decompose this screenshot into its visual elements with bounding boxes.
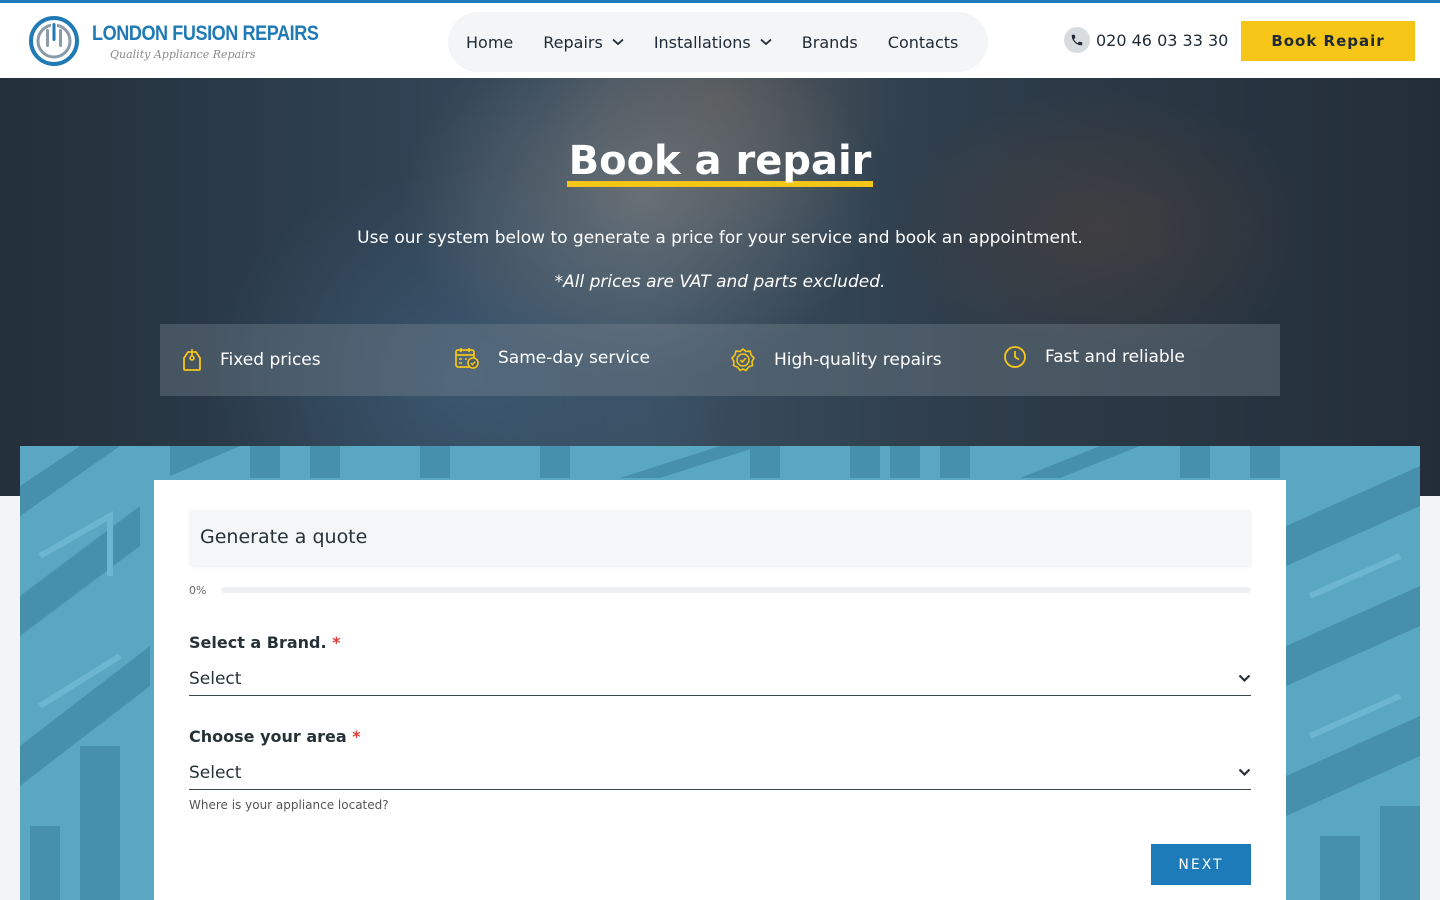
nav-home-label: Home [466,32,514,52]
price-tag-icon [183,349,201,371]
required-mark: * [352,727,361,746]
brand-select[interactable]: Select [189,662,1251,696]
chevron-down-icon [612,38,624,46]
area-label-text: Choose your area [189,727,347,746]
area-help-text: Where is your appliance located? [189,798,389,812]
nav-installations-label: Installations [653,32,751,52]
nav-contacts[interactable]: Contacts [888,33,959,52]
page-title-text: Book a repair [566,141,874,187]
nav-brands-label: Brands [801,32,858,52]
area-field-label: Choose your area * [189,727,361,746]
logo-tagline: Quality Appliance Repairs [110,47,256,61]
progress-bar [221,587,1251,593]
vat-note: *All prices are VAT and parts excluded. [554,272,886,292]
clock-icon [1004,346,1026,368]
feature-fixed-prices: Fixed prices [182,324,321,396]
site-header: LONDON FUSION REPAIRS Quality Appliance … [0,3,1440,78]
feature-label: Fixed prices [220,350,321,370]
next-button[interactable]: NEXT [1151,844,1251,885]
feature-fast-reliable: Fast and reliable [1003,321,1185,393]
calendar-check-icon [455,348,479,369]
logo-power-icon [29,16,79,66]
nav-home[interactable]: Home [466,33,513,52]
phone-icon [1064,27,1090,53]
nav-contacts-label: Contacts [887,32,959,52]
logo-name: LONDON FUSION REPAIRS [92,21,319,45]
book-repair-button[interactable]: Book Repair [1241,21,1415,61]
nav-repairs[interactable]: Repairs [543,33,624,52]
quote-heading: Generate a quote [200,526,368,548]
chevron-down-icon [1238,768,1251,777]
feature-label: Fast and reliable [1045,347,1185,367]
hero-subtitle: Use our system below to generate a price… [357,228,1083,248]
nav-brands[interactable]: Brands [802,33,858,52]
chevron-down-icon [760,38,772,46]
required-mark: * [332,633,341,652]
quote-header: Generate a quote [190,510,1251,566]
feature-high-quality: High-quality repairs [730,324,942,396]
quote-form-card: Generate a quote 0% Select a Brand. * Se… [154,480,1286,900]
area-select[interactable]: Select [189,756,1251,790]
main-nav: Home Repairs Installations Brands Contac… [448,12,988,72]
nav-installations[interactable]: Installations [654,33,772,52]
progress-percent: 0% [189,584,207,597]
hero-section: Book a repair Use our system below to ge… [0,78,1440,496]
feature-same-day: Same-day service [454,322,650,394]
page-title: Book a repair [0,138,1440,187]
phone-link[interactable]: 020 46 03 33 30 [1064,27,1228,53]
brand-select-value: Select [189,668,242,689]
brand-field-label: Select a Brand. * [189,633,341,652]
feature-label: Same-day service [498,348,650,368]
features-bar: Fixed prices Same-day service High-quali… [160,324,1280,396]
area-select-value: Select [189,762,242,783]
nav-repairs-label: Repairs [543,32,603,52]
badge-check-icon [731,347,755,372]
brand-label-text: Select a Brand. [189,633,327,652]
site-logo[interactable]: LONDON FUSION REPAIRS Quality Appliance … [28,15,355,67]
chevron-down-icon [1238,674,1251,683]
feature-label: High-quality repairs [774,350,942,370]
phone-number: 020 46 03 33 30 [1096,30,1229,50]
